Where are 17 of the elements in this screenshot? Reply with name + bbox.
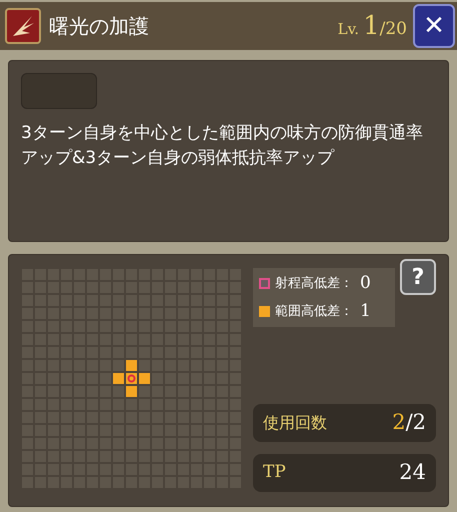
legend-label: 射程高低差：: [275, 275, 353, 293]
legend-label: 範囲高低差：: [275, 302, 353, 320]
tp-label: TP: [263, 461, 286, 484]
level-value: 1: [363, 10, 380, 42]
uses-label: 使用回数: [263, 412, 327, 434]
close-button[interactable]: ✕: [413, 4, 455, 48]
legend-value: 0: [360, 272, 371, 295]
legend-value: 1: [360, 300, 371, 322]
level-label: Lv.: [338, 18, 360, 40]
tp-value: 24: [399, 459, 426, 486]
skill-icon: [5, 8, 41, 44]
level-max: /20: [380, 18, 407, 40]
uses-max: /2: [406, 409, 426, 436]
skill-description: 3ターン自身を中心とした範囲内の味方の防御貫通率アップ&3ターン自身の弱体抵抗率アップ: [21, 122, 424, 170]
skill-title: 曙光の加護: [49, 13, 149, 40]
uses-current: 2: [392, 409, 406, 436]
help-button[interactable]: ?: [400, 259, 436, 295]
